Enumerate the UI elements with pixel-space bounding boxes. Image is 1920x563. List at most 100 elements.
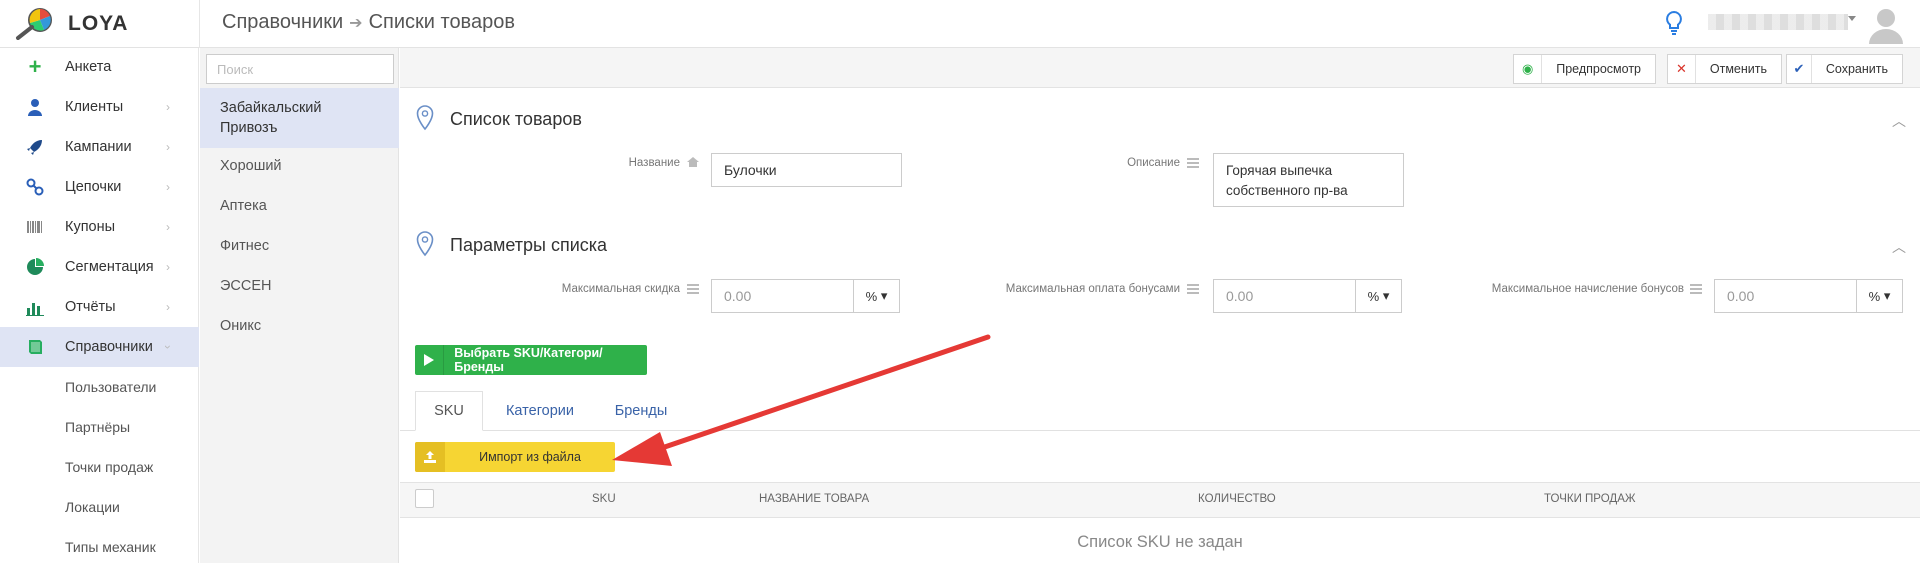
sidebar-item-label: Сегментация (65, 259, 154, 275)
unit-label: % (865, 288, 878, 304)
column-header-points[interactable]: Точки продаж (1544, 493, 1635, 505)
list-item-label: Забайкальский Привозъ (220, 100, 322, 136)
max-bonus-pay-value[interactable]: 0.00 (1214, 280, 1355, 312)
import-file-button[interactable]: Импорт из файла (415, 442, 615, 472)
eye-icon: ◉ (1514, 55, 1543, 83)
header-divider (199, 0, 200, 48)
lines-icon (1187, 284, 1199, 294)
rocket-icon (27, 140, 42, 155)
map-pin-icon (416, 105, 434, 131)
sidebar-item-label: Купоны (65, 219, 116, 235)
breadcrumb-arrow-icon: ➔ (349, 14, 363, 32)
sidebar-item-segmentation[interactable]: Сегментация › (0, 247, 199, 287)
sidebar-item-coupons[interactable]: Купоны › (0, 207, 199, 247)
sidebar-item-anketa[interactable]: + Анкета (0, 47, 199, 87)
sidebar-item-clients[interactable]: Клиенты › (0, 87, 199, 127)
top-header: LOYA Справочники ➔ Списки товаров (0, 0, 1920, 48)
column-header-name[interactable]: Название товара (759, 493, 869, 505)
table-header (400, 482, 1920, 518)
max-bonus-pay-label: Максимальная оплата бонусами (1005, 283, 1180, 295)
sidebar-subitem-points[interactable]: Точки продаж (65, 459, 153, 475)
list-item[interactable]: Хороший (200, 158, 399, 174)
select-sku-button[interactable]: Выбрать SKU/Категори/Бренды (415, 345, 647, 375)
bar-chart-icon (26, 303, 44, 316)
section-title-list: Список товаров (450, 109, 582, 129)
breadcrumb-root[interactable]: Справочники (222, 11, 343, 34)
list-item[interactable]: ЭССЕН (200, 278, 399, 294)
barcode-icon (27, 221, 42, 233)
logo-icon (16, 8, 52, 40)
max-bonus-accrual-value[interactable]: 0.00 (1715, 280, 1856, 312)
unit-dropdown[interactable]: % ▾ (1355, 280, 1401, 312)
chevron-right-icon: › (166, 100, 170, 114)
unit-label: % (1367, 288, 1380, 304)
sidebar-item-label: Отчёты (65, 299, 116, 315)
import-file-label: Импорт из файла (479, 450, 581, 464)
max-bonus-pay-input[interactable]: 0.00 % ▾ (1213, 279, 1402, 313)
avatar[interactable] (1866, 4, 1906, 44)
tab-brands[interactable]: Бренды (605, 391, 677, 431)
preview-button[interactable]: ◉ Предпросмотр (1513, 54, 1656, 84)
chevron-right-icon: › (166, 220, 170, 234)
max-discount-input[interactable]: 0.00 % ▾ (711, 279, 900, 313)
chevron-down-icon[interactable] (1848, 16, 1856, 21)
close-icon: ✕ (1668, 55, 1696, 83)
list-item[interactable]: Фитнес (200, 238, 399, 254)
check-icon: ✔ (1787, 55, 1812, 83)
chevron-up-icon[interactable]: ︿ (1892, 111, 1906, 131)
description-textarea[interactable]: Горячая выпечка собственного пр-ва (1213, 153, 1404, 207)
max-discount-value[interactable]: 0.00 (712, 280, 853, 312)
max-discount-label: Максимальная скидка (561, 283, 680, 295)
save-label: Сохранить (1825, 62, 1888, 76)
tab-categories[interactable]: Категории (495, 391, 585, 431)
section-title-params: Параметры списка (450, 235, 608, 255)
cancel-label: Отменить (1709, 62, 1767, 76)
max-bonus-accrual-input[interactable]: 0.00 % ▾ (1714, 279, 1903, 313)
book-icon (29, 340, 42, 354)
sidebar-item-label: Клиенты (65, 99, 124, 115)
sidebar-subitem-locations[interactable]: Локации (65, 499, 120, 515)
sidebar-item-chains[interactable]: Цепочки › (0, 167, 199, 207)
chevron-right-icon: › (166, 300, 170, 314)
plus-icon: + (28, 54, 42, 79)
unit-label: % (1868, 288, 1881, 304)
sidebar-item-references[interactable]: Справочники › (0, 327, 199, 367)
name-label: Название (628, 157, 680, 169)
map-pin-icon (416, 231, 434, 257)
column-header-sku[interactable]: SKU (592, 493, 616, 505)
list-item[interactable]: Аптека (200, 198, 399, 214)
sidebar-item-reports[interactable]: Отчёты › (0, 287, 199, 327)
list-item[interactable]: Оникс (200, 318, 399, 334)
preview-label: Предпросмотр (1556, 62, 1641, 76)
upload-icon (415, 442, 445, 472)
unit-dropdown[interactable]: % ▾ (853, 280, 899, 312)
name-input[interactable]: Булочки (711, 153, 902, 187)
column-header-quantity[interactable]: Количество (1198, 493, 1276, 505)
chevron-up-icon[interactable]: ︿ (1892, 237, 1906, 257)
sidebar-subitem-mechanics[interactable]: Типы механик (65, 539, 156, 555)
breadcrumb-current: Списки товаров (368, 11, 515, 33)
sidebar-subitem-users[interactable]: Пользователи (65, 379, 156, 395)
sidebar-item-label: Анкета (65, 59, 112, 75)
sidebar-item-label: Справочники (65, 339, 153, 355)
select-sku-label: Выбрать SKU/Категори/Бренды (454, 346, 603, 374)
tab-sku[interactable]: SKU (415, 391, 483, 431)
cancel-button[interactable]: ✕ Отменить (1667, 54, 1782, 84)
select-all-checkbox[interactable] (415, 489, 434, 508)
logo[interactable]: LOYA (14, 8, 128, 40)
save-button[interactable]: ✔ Сохранить (1786, 54, 1903, 84)
sidebar-subitem-partners[interactable]: Партнёры (65, 419, 130, 435)
chain-icon (26, 178, 44, 196)
description-line-1: Горячая выпечка (1226, 163, 1333, 178)
lightbulb-icon[interactable] (1665, 10, 1683, 36)
description-line-2: собственного пр-ва (1226, 183, 1348, 198)
user-name-blurred[interactable] (1708, 14, 1848, 30)
search-input[interactable] (206, 54, 394, 84)
chevron-right-icon: › (166, 260, 170, 274)
list-item[interactable]: Забайкальский Привозъ (200, 88, 399, 148)
sidebar-item-campaigns[interactable]: Кампании › (0, 127, 199, 167)
unit-dropdown[interactable]: % ▾ (1856, 280, 1902, 312)
home-icon (687, 157, 699, 167)
pie-icon (27, 258, 44, 275)
logo-text: LOYA (68, 12, 129, 35)
